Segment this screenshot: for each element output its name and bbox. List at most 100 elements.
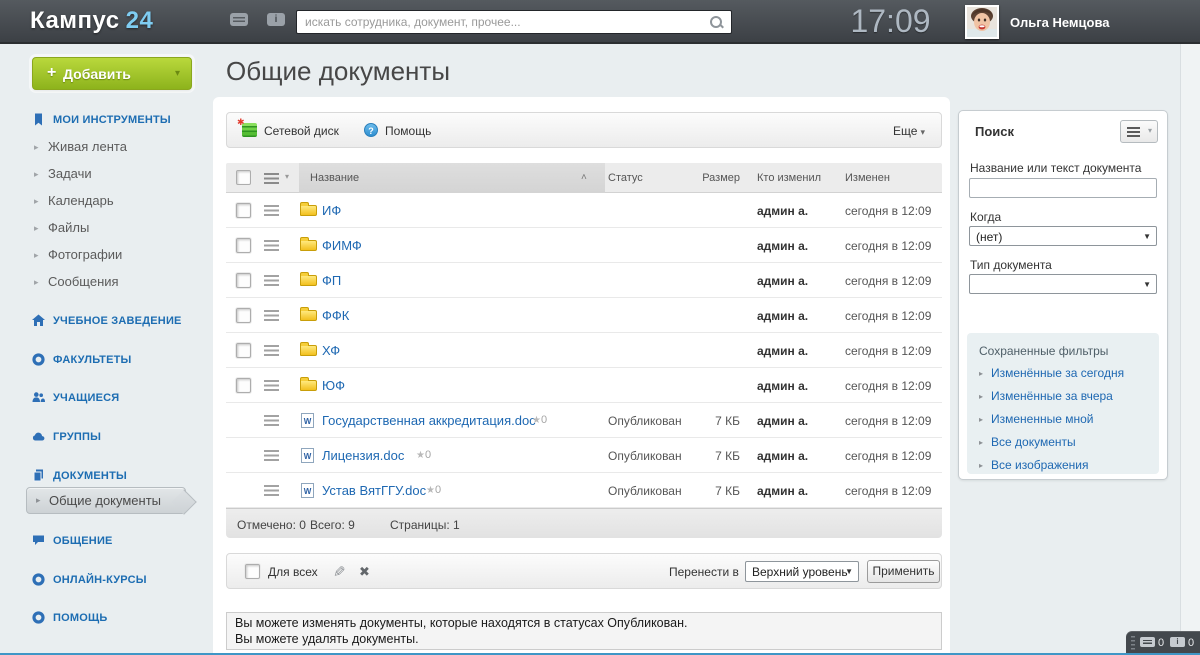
drag-handle-icon[interactable]	[264, 275, 279, 286]
user-avatar[interactable]	[965, 5, 999, 39]
user-name[interactable]: Ольга Немцова	[1010, 15, 1110, 30]
app-logo[interactable]: Кампус24	[30, 7, 153, 35]
chevron-down-icon: ▾	[920, 127, 925, 137]
notifications-icon[interactable]	[1170, 637, 1185, 647]
document-link[interactable]: Лицензия.doc	[322, 448, 404, 463]
messenger-icon[interactable]	[1140, 637, 1155, 647]
rating[interactable]: ★0	[426, 484, 441, 496]
filter-label: Изменённые за вчера	[991, 389, 1113, 403]
table-row-document[interactable]: W Устав ВятГГУ.doc ★0 Опубликован 7 КБ а…	[226, 473, 942, 508]
folder-link[interactable]: ФИМФ	[322, 238, 362, 253]
network-disk-icon	[242, 123, 257, 137]
when-label: Когда	[970, 210, 1001, 224]
table-row-folder[interactable]: ФП админ а. сегодня в 12:09	[226, 263, 942, 298]
chevron-down-icon[interactable]: ▾	[175, 68, 180, 79]
modified-by: админ а.	[757, 309, 808, 323]
messenger-icon[interactable]	[230, 13, 248, 26]
drag-handle-icon[interactable]	[264, 310, 279, 321]
more-button[interactable]: Еще▾	[893, 124, 925, 138]
edit-icon[interactable]: ✎	[333, 563, 346, 581]
messenger-count: 0	[1158, 637, 1164, 649]
item-arrow-icon: ▸	[34, 277, 39, 288]
section-label: ФАКУЛЬТЕТЫ	[53, 354, 132, 366]
rating[interactable]: ★0	[532, 414, 547, 426]
notifications-widget[interactable]: 0 0	[1126, 631, 1200, 655]
row-checkbox[interactable]	[236, 308, 251, 323]
folder-link[interactable]: ИФ	[322, 203, 341, 218]
column-header-modified[interactable]: Изменен	[845, 172, 890, 184]
network-disk-button[interactable]: Сетевой диск	[264, 124, 339, 138]
folder-link[interactable]: ЮФ	[322, 378, 345, 393]
select-arrow-icon: ▼	[1143, 280, 1151, 289]
star-icon: ★	[426, 485, 435, 496]
table-row-folder[interactable]: ХФ админ а. сегодня в 12:09	[226, 333, 942, 368]
modified-at: сегодня в 12:09	[845, 204, 931, 218]
drag-handle-icon[interactable]	[264, 380, 279, 391]
add-button[interactable]: + Добавить ▾	[32, 57, 192, 90]
table-row-folder[interactable]: ИФ админ а. сегодня в 12:09	[226, 193, 942, 228]
column-header-size[interactable]: Размер	[656, 172, 740, 184]
table-row-folder[interactable]: ФИМФ админ а. сегодня в 12:09	[226, 228, 942, 263]
when-select[interactable]: (нет) ▼	[969, 226, 1157, 246]
people-icon	[32, 391, 45, 404]
global-search-input[interactable]	[297, 11, 705, 33]
home-icon	[32, 314, 45, 327]
drag-handle-icon[interactable]	[264, 450, 279, 461]
document-link[interactable]: Устав ВятГГУ.doc	[322, 483, 426, 498]
sidebar-item-shared-documents-active[interactable]: ▸ Общие документы	[26, 487, 186, 514]
folder-link[interactable]: ФП	[322, 273, 341, 288]
row-checkbox[interactable]	[236, 343, 251, 358]
folder-link[interactable]: ХФ	[322, 343, 340, 358]
row-checkbox[interactable]	[236, 378, 251, 393]
filter-label: Все документы	[991, 435, 1076, 449]
document-link[interactable]: Государственная аккредитация.doc	[322, 413, 536, 428]
header-menu-icon[interactable]	[264, 173, 279, 184]
drag-handle-icon[interactable]	[1131, 636, 1135, 650]
delete-icon[interactable]: ✖	[359, 564, 370, 580]
apply-button[interactable]: Применить	[867, 560, 940, 583]
chat-bubble-icon	[32, 534, 45, 547]
rating-count: 0	[435, 484, 441, 496]
help-button[interactable]: Помощь	[385, 124, 431, 138]
column-header-status[interactable]: Статус	[608, 172, 643, 184]
for-all-checkbox[interactable]	[245, 564, 260, 579]
row-checkbox[interactable]	[236, 203, 251, 218]
table-row-folder[interactable]: ФФК админ а. сегодня в 12:09	[226, 298, 942, 333]
folder-icon	[300, 205, 317, 216]
sort-asc-icon[interactable]: ˄	[581, 172, 587, 183]
select-all-checkbox[interactable]	[236, 170, 251, 185]
drag-handle-icon[interactable]	[264, 485, 279, 496]
doc-name-label: Название или текст документа	[970, 161, 1141, 175]
column-header-modified-by[interactable]: Кто изменил	[757, 172, 821, 184]
table-row-document[interactable]: W Лицензия.doc ★0 Опубликован 7 КБ админ…	[226, 438, 942, 473]
table-row-document[interactable]: W Государственная аккредитация.doc ★0 Оп…	[226, 403, 942, 438]
filter-menu-button[interactable]: ▾	[1120, 120, 1158, 143]
star-icon: ★	[532, 415, 541, 426]
word-document-icon: W	[301, 413, 314, 428]
search-icon[interactable]	[709, 15, 724, 30]
drag-handle-icon[interactable]	[264, 205, 279, 216]
column-header-name[interactable]: Название	[310, 172, 359, 184]
drag-handle-icon[interactable]	[264, 240, 279, 251]
drag-handle-icon[interactable]	[264, 345, 279, 356]
modified-by: админ а.	[757, 204, 808, 218]
modified-at: сегодня в 12:09	[845, 484, 931, 498]
when-value: (нет)	[976, 230, 1002, 244]
row-checkbox[interactable]	[236, 273, 251, 288]
move-target-select[interactable]: Верхний уровень ▼	[745, 561, 859, 582]
logo-accent: 24	[126, 7, 154, 34]
row-checkbox[interactable]	[236, 238, 251, 253]
drag-handle-icon[interactable]	[264, 415, 279, 426]
section-label: ГРУППЫ	[53, 431, 101, 443]
folder-link[interactable]: ФФК	[322, 308, 349, 323]
rating[interactable]: ★0	[416, 449, 431, 461]
modified-at: сегодня в 12:09	[845, 449, 931, 463]
section-label: ОНЛАЙН-КУРСЫ	[53, 574, 147, 586]
item-label: Фотографии	[48, 247, 122, 262]
item-label: Календарь	[48, 193, 114, 208]
table-row-folder[interactable]: ЮФ админ а. сегодня в 12:09	[226, 368, 942, 403]
notifications-icon[interactable]	[267, 13, 285, 26]
doc-name-input[interactable]	[969, 178, 1157, 198]
doc-type-select[interactable]: ▼	[969, 274, 1157, 294]
saved-filters-box: Сохраненные фильтры ▸Изменённые за сегод…	[967, 333, 1159, 474]
